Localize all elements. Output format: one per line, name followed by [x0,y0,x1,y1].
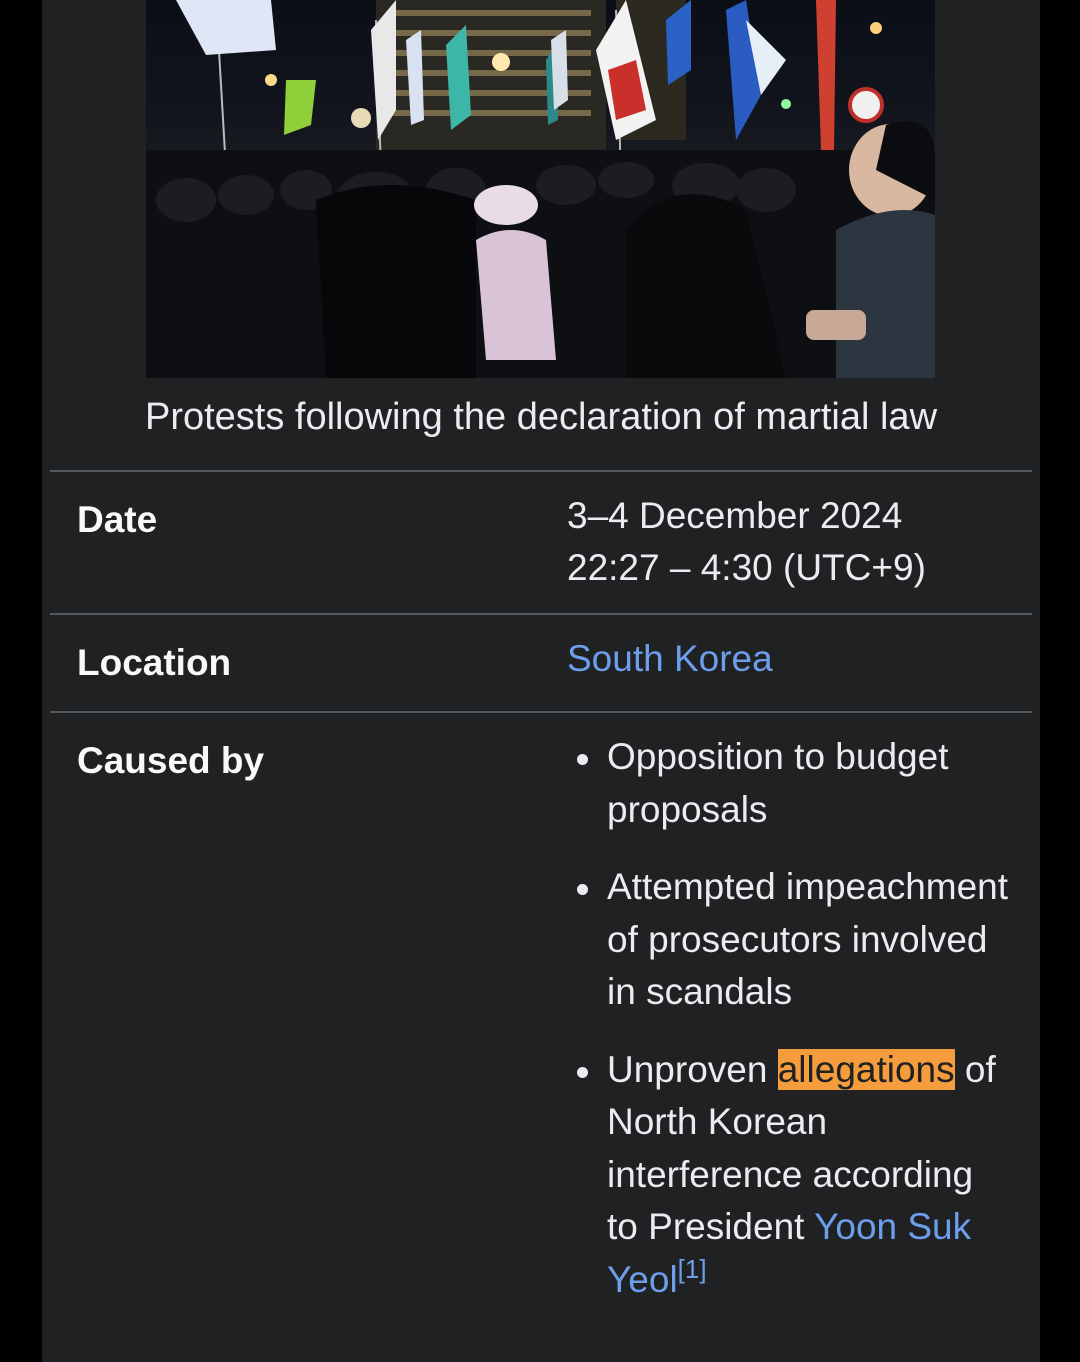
date-label: Date [77,499,158,540]
list-item: Attempted impeachment of prosecutors inv… [567,861,1012,1019]
date-value: 3–4 December 2024 22:27 – 4:30 (UTC+9) [567,490,1012,594]
list-item: Opposition to budget proposals [567,731,1012,836]
time-line: 22:27 – 4:30 (UTC+9) [567,547,926,588]
causes-list: Opposition to budget proposals Attempted… [567,731,1012,1331]
protest-photo [146,0,935,378]
divider [50,613,1032,615]
date-line: 3–4 December 2024 [567,495,903,536]
divider [50,711,1032,713]
location-label: Location [77,642,232,683]
divider [50,470,1032,472]
item-text-prefix: Unproven [607,1048,768,1090]
search-highlight: allegations [777,1048,955,1090]
reference-superscript[interactable]: [1] [678,1254,707,1284]
reference-link[interactable]: [1] [678,1254,707,1284]
infobox-image[interactable] [146,0,935,378]
location-link[interactable]: South Korea [567,638,773,679]
location-value: South Korea [567,633,1012,685]
caused-by-label: Caused by [77,740,265,781]
image-caption: Protests following the declaration of ma… [144,396,938,438]
list-item: Unproven allegations of North Korean int… [567,1044,1012,1307]
